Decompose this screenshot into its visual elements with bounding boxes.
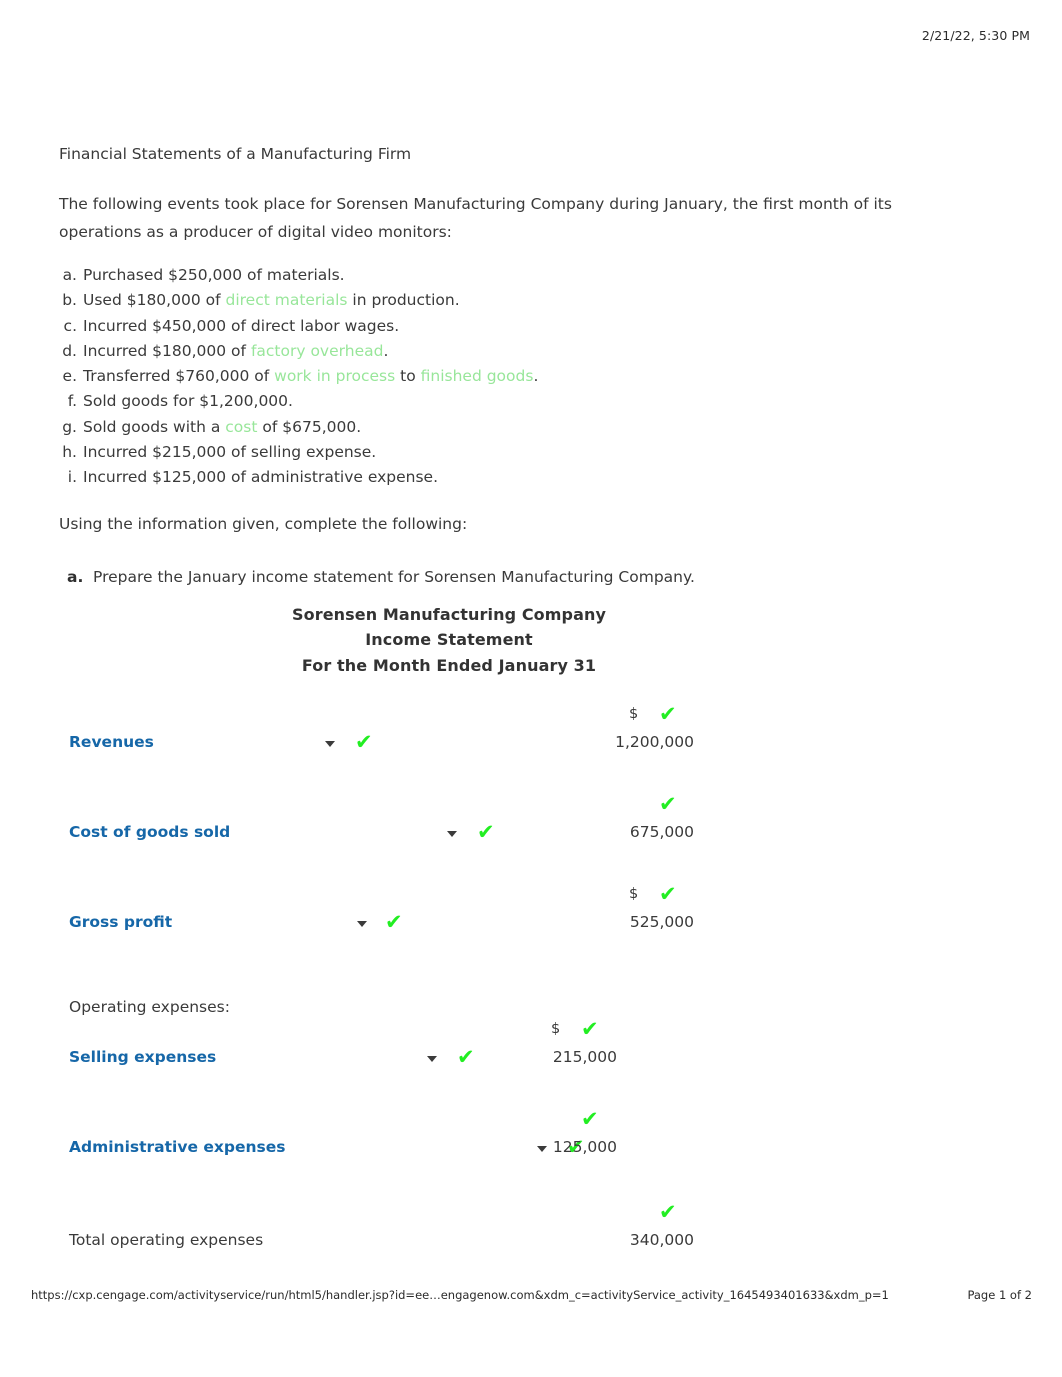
check-mark-icon: ✔: [457, 1044, 475, 1069]
glossary-term[interactable]: finished goods: [421, 367, 534, 385]
document-content: Financial Statements of a Manufacturing …: [59, 143, 999, 1249]
list-item: h. Incurred $215,000 of selling expense.: [59, 440, 999, 465]
list-item-marker: c.: [63, 316, 77, 335]
statement-company-name: Sorensen Manufacturing Company: [291, 604, 607, 624]
list-item-text: .: [533, 367, 539, 386]
list-item: b. Used $180,000 of direct materials in p…: [59, 288, 999, 313]
list-item-text: Used $180,000 of: [83, 291, 226, 310]
currency-symbol: $: [629, 706, 639, 723]
statement-type: Income Statement: [365, 630, 533, 650]
statement-row: Cost of goods sold ✔ ✔ 675,000: [59, 782, 759, 842]
chevron-down-icon[interactable]: [537, 1145, 547, 1152]
row-label-select[interactable]: Gross profit: [69, 912, 172, 932]
requirement-a: a. Prepare the January income statement …: [59, 566, 999, 588]
list-item-marker: d.: [62, 341, 77, 360]
requirement-letter: a.: [67, 567, 84, 586]
row-label-select[interactable]: Cost of goods sold: [69, 822, 230, 842]
list-item: c. Incurred $450,000 of direct labor wage…: [59, 314, 999, 339]
check-mark-icon: ✔: [659, 701, 677, 726]
source-url: https://cxp.cengage.com/activityservice/…: [31, 1288, 889, 1302]
print-timestamp: 2/21/22, 5:30 PM: [921, 28, 1030, 43]
statement-row: Revenues ✔ $ ✔ 1,200,000: [59, 692, 759, 752]
list-item-text: Incurred $180,000 of: [83, 341, 251, 360]
list-item-marker: h.: [62, 443, 77, 462]
list-item-marker: e.: [62, 367, 77, 386]
page-title: Financial Statements of a Manufacturing …: [59, 145, 412, 163]
list-item-text: Incurred $125,000 of administrative expe…: [83, 468, 439, 487]
list-item: a. Purchased $250,000 of materials.: [59, 263, 999, 288]
event-list: a. Purchased $250,000 of materials. b. Used…: [59, 263, 999, 491]
amount-field[interactable]: 525,000: [630, 912, 694, 932]
list-item: f. Sold goods for $1,200,000.: [59, 389, 999, 414]
glossary-term[interactable]: factory overhead: [251, 342, 384, 360]
check-mark-icon: ✔: [385, 909, 403, 934]
printed-page: 2/21/22, 5:30 PM Financial Statements of…: [0, 0, 1062, 1377]
row-label-static: Total operating expenses: [69, 1230, 264, 1249]
amount-field[interactable]: 125,000: [553, 1137, 617, 1157]
intro-paragraph: The following events took place for Sore…: [59, 195, 892, 241]
print-footer: https://cxp.cengage.com/activityservice/…: [0, 1288, 1062, 1308]
list-item-marker: f.: [67, 392, 77, 411]
statement-row: Selling expenses ✔ $ ✔ 215,000: [59, 1007, 759, 1067]
income-statement: Sorensen Manufacturing Company Income St…: [59, 602, 759, 1249]
amount-field[interactable]: 215,000: [553, 1047, 617, 1067]
list-item-text: Sold goods with a: [83, 417, 226, 436]
list-item-text: .: [383, 341, 389, 360]
list-item-text: to: [395, 367, 421, 386]
check-mark-icon: ✔: [659, 1199, 677, 1224]
list-item-text: of $675,000.: [257, 417, 362, 436]
statement-period: For the Month Ended January 31: [301, 655, 597, 675]
list-item-marker: b.: [62, 291, 77, 310]
list-item-text: Sold goods for $1,200,000.: [83, 392, 293, 411]
list-item: i. Incurred $125,000 of administrative ex…: [59, 465, 999, 490]
instruction-line: Using the information given, complete th…: [59, 514, 468, 533]
row-label-select[interactable]: Administrative expenses: [69, 1137, 286, 1157]
chevron-down-icon[interactable]: [447, 830, 457, 837]
statement-heading: Sorensen Manufacturing Company Income St…: [59, 602, 839, 679]
check-mark-icon: ✔: [581, 1106, 599, 1131]
chevron-down-icon[interactable]: [325, 740, 335, 747]
check-mark-icon: ✔: [477, 819, 495, 844]
list-item-marker: g.: [62, 417, 77, 436]
list-item-marker: a.: [62, 266, 77, 284]
chevron-down-icon[interactable]: [427, 1055, 437, 1062]
list-item-text: Incurred $215,000 of selling expense.: [83, 443, 377, 462]
list-item: g. Sold goods with a cost of $675,000.: [59, 415, 999, 440]
check-mark-icon: ✔: [355, 729, 373, 754]
list-item-text: Transferred $760,000 of: [83, 367, 275, 386]
statement-row: Total operating expenses ✔ 340,000: [59, 1190, 759, 1250]
list-item-marker: i.: [67, 468, 77, 487]
list-item: e. Transferred $760,000 of work in proces…: [59, 364, 999, 389]
list-item: d. Incurred $180,000 of factory overhead.: [59, 339, 999, 364]
row-label-select[interactable]: Revenues: [69, 732, 154, 752]
currency-symbol: $: [629, 886, 639, 903]
statement-row: Gross profit ✔ $ ✔ 525,000: [59, 872, 759, 932]
glossary-term[interactable]: cost: [225, 418, 257, 436]
list-item-text: in production.: [347, 291, 460, 310]
statement-row: Administrative expenses ✔ ✔ 125,000: [59, 1097, 759, 1157]
check-mark-icon: ✔: [659, 881, 677, 906]
amount-field[interactable]: 1,200,000: [615, 732, 694, 752]
requirement-text: Prepare the January income statement for…: [93, 567, 695, 586]
glossary-term[interactable]: work in process: [274, 367, 395, 385]
glossary-term[interactable]: direct materials: [225, 291, 347, 309]
amount-field[interactable]: 675,000: [630, 822, 694, 842]
check-mark-icon: ✔: [659, 791, 677, 816]
chevron-down-icon[interactable]: [357, 920, 367, 927]
print-header: 2/21/22, 5:30 PM: [922, 28, 1030, 43]
check-mark-icon: ✔: [581, 1016, 599, 1041]
list-item-text: Incurred $450,000 of direct labor wages.: [83, 316, 400, 335]
list-item-text: Purchased $250,000 of materials.: [83, 266, 345, 284]
row-label-select[interactable]: Selling expenses: [69, 1047, 216, 1067]
amount-field[interactable]: 340,000: [630, 1230, 694, 1250]
page-number: Page 1 of 2: [967, 1288, 1032, 1302]
currency-symbol: $: [551, 1021, 561, 1038]
